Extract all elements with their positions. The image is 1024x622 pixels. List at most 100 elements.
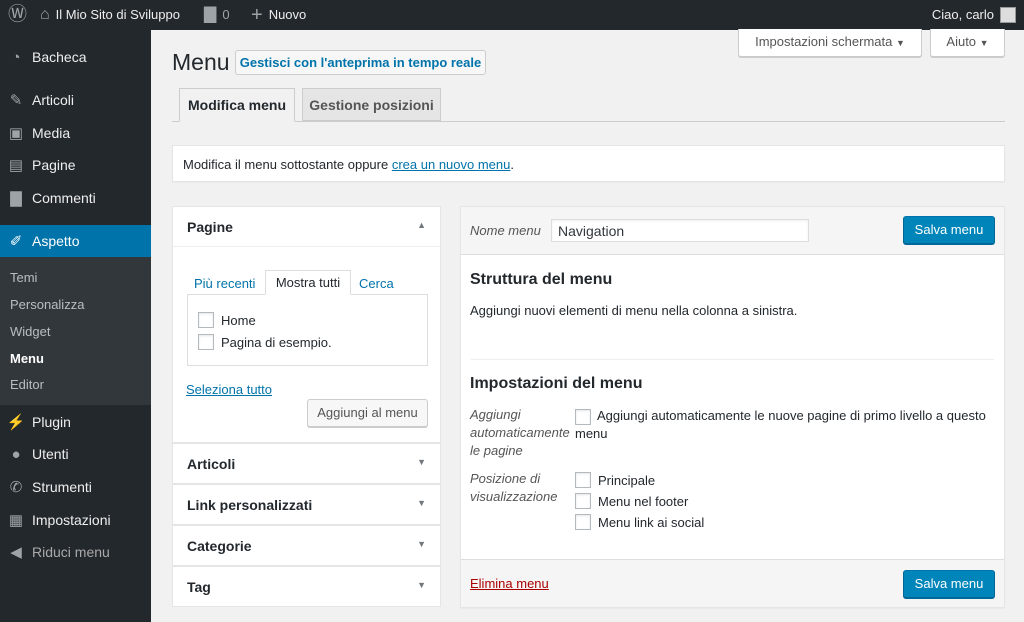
- sidebar-item-label: Utenti: [32, 446, 69, 462]
- sidebar-item-2[interactable]: ▣ Media: [0, 117, 151, 149]
- submenu-item-2[interactable]: Widget: [10, 324, 50, 339]
- sidebar-item-7[interactable]: ● Utenti: [0, 438, 151, 470]
- sidebar-item-10[interactable]: ◀ Riduci menu: [0, 536, 151, 568]
- sidebar-item-1[interactable]: ✎ Articoli: [0, 84, 151, 116]
- submenu-item-1[interactable]: Personalizza: [10, 297, 84, 312]
- delete-menu-link[interactable]: Elimina menu: [470, 576, 549, 591]
- auto-add-text: Aggiungi automaticamente le nuove pagine…: [575, 408, 986, 441]
- page-checkbox[interactable]: [198, 334, 214, 350]
- auto-add-option[interactable]: Aggiungi automaticamente le nuove pagine…: [575, 407, 995, 443]
- divider: [471, 359, 994, 360]
- sidebar-item-label: Plugin: [32, 414, 71, 430]
- page-name: Home: [221, 312, 256, 328]
- page-title: Menu: [172, 49, 230, 75]
- menu-name-input[interactable]: [551, 219, 809, 242]
- site-name: Il Mio Sito di Sviluppo: [55, 7, 180, 22]
- active-arrow: [143, 233, 159, 249]
- sidebar-item-6[interactable]: ⚡ Plugin: [0, 406, 151, 438]
- page-option[interactable]: Home: [198, 312, 256, 328]
- avatar: [1000, 7, 1016, 23]
- sidebar-item-8[interactable]: ✆ Strumenti: [0, 471, 151, 503]
- comment-icon: ▇: [10, 190, 22, 207]
- subtab-search[interactable]: Cerca: [359, 276, 394, 291]
- settings-icon: ▦: [8, 512, 24, 529]
- submenu-item-4[interactable]: Editor: [10, 377, 44, 392]
- account-menu[interactable]: Ciao, carlo: [932, 0, 1016, 30]
- notice: Modifica il menu sottostante oppure crea…: [172, 145, 1005, 182]
- new-label: Nuovo: [268, 7, 307, 22]
- caret-up-icon: ▲: [417, 220, 426, 230]
- page-option[interactable]: Pagina di esempio.: [198, 334, 332, 350]
- pages-panel-header[interactable]: Pagine ▲: [173, 207, 440, 247]
- plugin-icon: ⚡: [6, 414, 26, 431]
- page-name: Pagina di esempio.: [221, 334, 332, 350]
- caret-down-icon: ▼: [979, 38, 989, 48]
- pages-panel-title: Pagine: [187, 219, 233, 235]
- accordion-section[interactable]: Link personalizzati ▼: [172, 484, 441, 525]
- structure-text: Aggiungi nuovi elementi di menu nella co…: [470, 303, 798, 318]
- media-icon: ▣: [8, 125, 24, 142]
- brush-icon: ✐: [9, 233, 23, 250]
- save-menu-button-bottom[interactable]: Salva menu: [903, 570, 995, 598]
- sidebar-item-label: Pagine: [32, 157, 76, 173]
- position-label: Posizione di visualizzazione: [470, 471, 558, 504]
- sidebar-item-3[interactable]: ▤ Pagine: [0, 149, 151, 181]
- accordion-section[interactable]: Articoli ▼: [172, 443, 441, 484]
- sidebar-item-label: Strumenti: [32, 479, 92, 495]
- page-checkbox[interactable]: [198, 312, 214, 328]
- collapse-icon: ◀: [10, 544, 22, 561]
- save-menu-button[interactable]: Salva menu: [903, 216, 995, 244]
- admin-bar: Ⓦ ⌂ Il Mio Sito di Sviluppo ▇ 0 + Nuovo Cia…: [0, 0, 1024, 30]
- sidebar-item-5[interactable]: ✐ Aspetto: [0, 225, 151, 257]
- dashboard-icon: ◔: [11, 48, 21, 66]
- comments-link[interactable]: ▇ 0: [204, 0, 230, 30]
- help-button[interactable]: Aiuto ▼: [930, 29, 1005, 57]
- position-option[interactable]: Principale: [575, 472, 655, 488]
- position-name: Menu nel footer: [598, 493, 689, 509]
- position-name: Principale: [598, 472, 656, 488]
- screen-options-label: Impostazioni schermata: [755, 34, 893, 49]
- sidebar-item-label: Riduci menu: [32, 544, 110, 560]
- screen-options-button[interactable]: Impostazioni schermata ▼: [738, 29, 922, 57]
- caret-down-icon: ▼: [417, 580, 426, 590]
- accordion-section[interactable]: Tag ▼: [172, 566, 441, 607]
- position-name: Menu link ai social: [598, 514, 705, 530]
- select-all-link[interactable]: Seleziona tutto: [186, 382, 272, 397]
- users-icon: ●: [11, 445, 21, 463]
- position-checkbox[interactable]: [575, 514, 591, 530]
- sidebar-item-label: Articoli: [32, 92, 75, 108]
- tab-gestione-posizioni[interactable]: Gestione posizioni: [302, 88, 441, 121]
- site-name-link[interactable]: ⌂ Il Mio Sito di Sviluppo: [40, 0, 180, 30]
- sidebar-item-0[interactable]: ◔ Bacheca: [0, 41, 151, 73]
- position-option[interactable]: Menu nel footer: [575, 493, 688, 509]
- submenu-item-3[interactable]: Menu: [10, 351, 44, 366]
- structure-title: Struttura del menu: [470, 271, 613, 288]
- home-icon: ⌂: [40, 6, 50, 23]
- tabs-divider: [172, 121, 1005, 122]
- sidebar-item-4[interactable]: ▇ Commenti: [0, 182, 151, 214]
- sidebar-item-9[interactable]: ▦ Impostazioni: [0, 504, 151, 536]
- settings-title: Impostazioni del menu: [470, 375, 643, 392]
- create-menu-link[interactable]: crea un nuovo menu: [392, 157, 511, 172]
- position-checkbox[interactable]: [575, 493, 591, 509]
- caret-down-icon: ▼: [417, 498, 426, 508]
- submenu-item-0[interactable]: Temi: [10, 270, 37, 285]
- accordion-section[interactable]: Categorie ▼: [172, 525, 441, 566]
- subtab-recent[interactable]: Più recenti: [194, 276, 255, 291]
- wrench-icon: ✆: [9, 479, 23, 496]
- auto-add-checkbox[interactable]: [575, 408, 591, 425]
- position-checkbox[interactable]: [575, 472, 591, 488]
- subtab-show-all[interactable]: Mostra tutti: [265, 270, 351, 295]
- position-option[interactable]: Menu link ai social: [575, 514, 704, 530]
- new-content-link[interactable]: + Nuovo: [251, 0, 306, 30]
- accordion-title: Link personalizzati: [187, 497, 313, 513]
- comments-count: 0: [222, 7, 230, 22]
- add-to-menu-button[interactable]: Aggiungi al menu: [307, 399, 428, 427]
- pages-icon: ▤: [8, 157, 24, 174]
- pin-icon: ✎: [9, 92, 23, 109]
- live-preview-button[interactable]: Gestisci con l'anteprima in tempo reale: [235, 50, 486, 75]
- tab-modifica-menu[interactable]: Modifica menu: [179, 88, 295, 122]
- wordpress-logo-icon[interactable]: Ⓦ: [8, 0, 27, 30]
- auto-add-label: Aggiungi automaticamente le pagine: [470, 407, 570, 458]
- caret-down-icon: ▼: [417, 457, 426, 467]
